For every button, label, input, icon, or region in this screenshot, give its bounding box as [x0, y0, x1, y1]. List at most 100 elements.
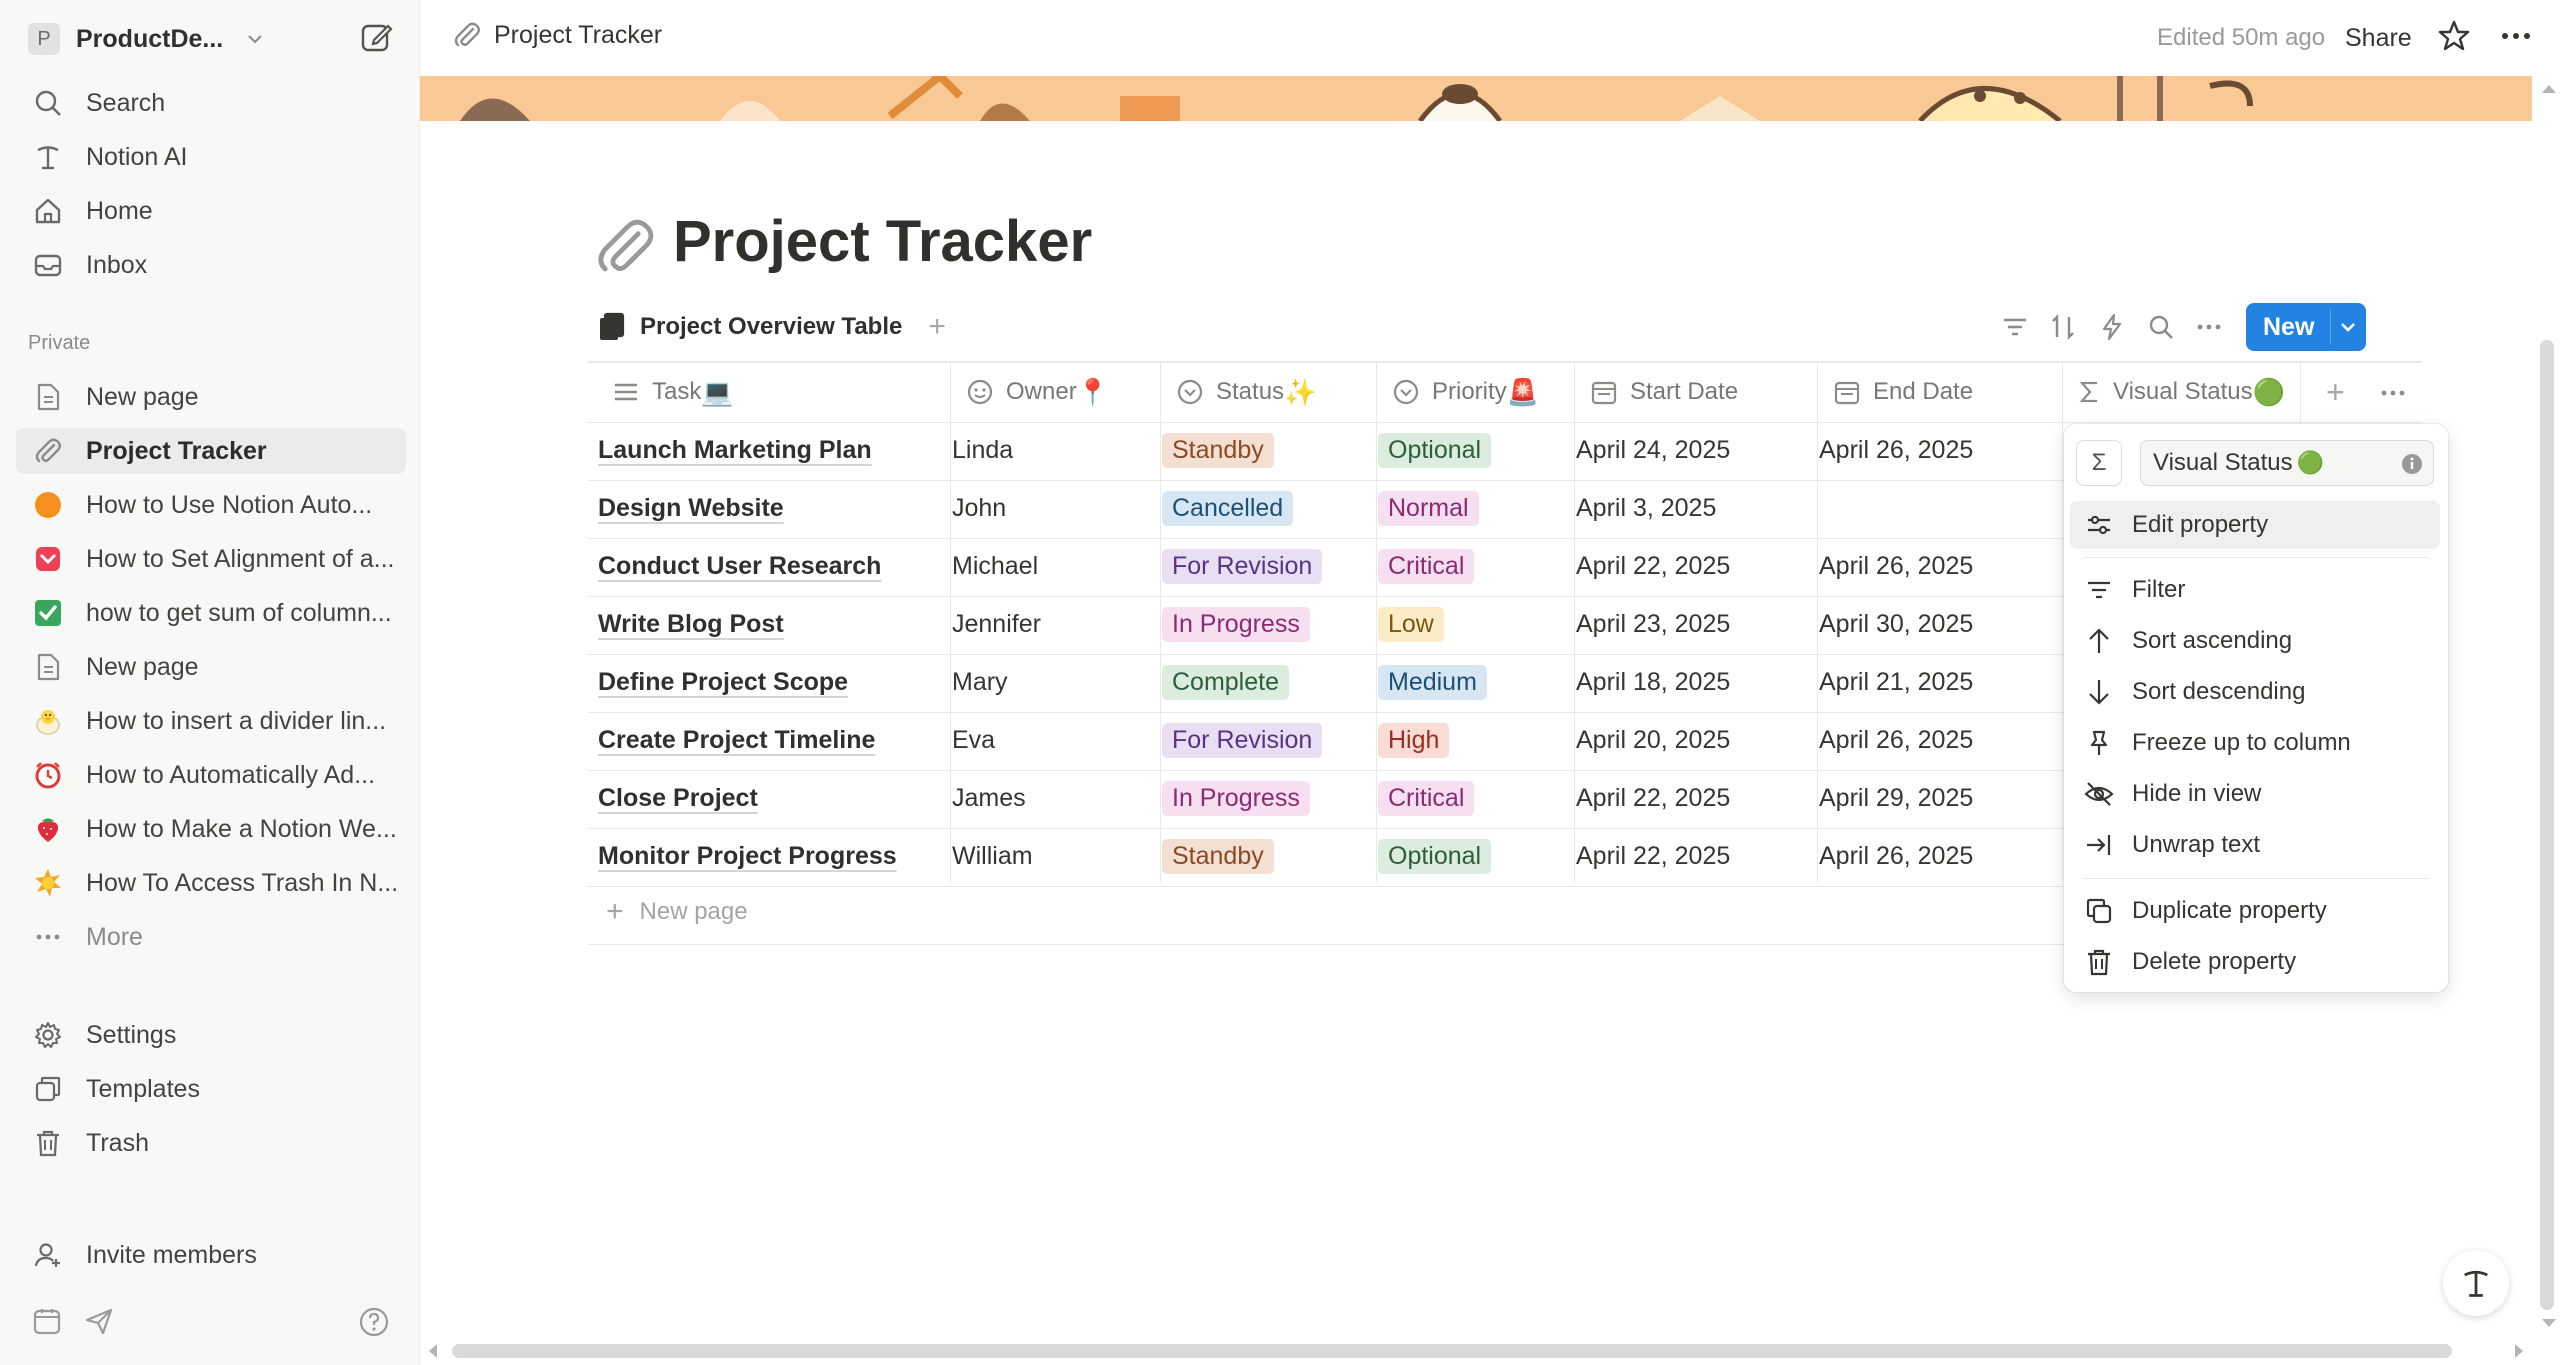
table-cell-end[interactable]: April 26, 2025	[1819, 422, 1973, 479]
table-cell-end[interactable]: April 21, 2025	[1819, 654, 1973, 711]
column-header-task[interactable]: Task 💻	[598, 362, 734, 422]
more-options-icon[interactable]	[2378, 378, 2408, 408]
table-cell-priority[interactable]: Optional	[1378, 422, 1492, 479]
table-cell-status[interactable]: Complete	[1162, 654, 1289, 711]
table-cell-owner[interactable]: Jennifer	[952, 596, 1041, 653]
column-header-priority[interactable]: Priority 🚨	[1378, 362, 1539, 422]
table-cell-priority[interactable]: Critical	[1378, 770, 1475, 827]
page-paperclip-icon[interactable]	[592, 214, 658, 280]
sigma-icon[interactable]: Σ	[2076, 440, 2122, 486]
table-cell-start[interactable]: April 22, 2025	[1576, 828, 1730, 885]
nav-inbox[interactable]: Inbox	[16, 242, 406, 288]
table-cell-start[interactable]: April 18, 2025	[1576, 654, 1730, 711]
send-icon[interactable]	[84, 1306, 114, 1336]
table-cell-task[interactable]: Create Project Timeline	[598, 712, 875, 769]
table-cell-end[interactable]: April 30, 2025	[1819, 596, 1973, 653]
table-cell-end[interactable]: April 26, 2025	[1819, 712, 1973, 769]
more-options-icon[interactable]	[2498, 18, 2534, 54]
add-view-icon[interactable]: +	[928, 310, 946, 344]
page-title[interactable]: Project Tracker	[673, 208, 1092, 275]
more-options-icon[interactable]	[2194, 312, 2224, 342]
compose-icon[interactable]	[360, 20, 394, 54]
nav-settings[interactable]: Settings	[16, 1012, 406, 1058]
table-cell-task[interactable]: Close Project	[598, 770, 758, 827]
column-header-end-date[interactable]: End Date	[1819, 362, 1973, 422]
nav-trash[interactable]: Trash	[16, 1120, 406, 1166]
menu-sort-ascending[interactable]: Sort ascending	[2070, 617, 2440, 665]
sidebar-page[interactable]: How to Set Alignment of a...	[16, 536, 406, 582]
vertical-scrollbar[interactable]	[2540, 340, 2554, 1310]
column-header-status[interactable]: Status ✨	[1162, 362, 1316, 422]
table-cell-start[interactable]: April 23, 2025	[1576, 596, 1730, 653]
new-page-row[interactable]: + New page	[606, 895, 748, 929]
table-cell-owner[interactable]: Mary	[952, 654, 1008, 711]
nav-templates[interactable]: Templates	[16, 1066, 406, 1112]
table-cell-status[interactable]: In Progress	[1162, 596, 1310, 653]
table-cell-priority[interactable]: Optional	[1378, 828, 1492, 885]
table-cell-end[interactable]: April 26, 2025	[1819, 828, 1973, 885]
property-name-input[interactable]: Visual Status 🟢	[2140, 440, 2434, 486]
info-icon[interactable]	[2401, 453, 2423, 475]
table-cell-owner[interactable]: Eva	[952, 712, 995, 769]
workspace-switcher[interactable]: P ProductDe...	[28, 20, 408, 58]
column-header-owner[interactable]: Owner 📍	[952, 362, 1109, 422]
menu-filter[interactable]: Filter	[2070, 566, 2440, 614]
table-cell-owner[interactable]: Linda	[952, 422, 1013, 479]
sidebar-page[interactable]: How to Make a Notion We...	[16, 806, 406, 852]
star-icon[interactable]	[2436, 18, 2472, 54]
sidebar-page[interactable]: New page	[16, 644, 406, 690]
table-cell-task[interactable]: Monitor Project Progress	[598, 828, 897, 885]
sidebar-page[interactable]: how to get sum of column...	[16, 590, 406, 636]
table-cell-task[interactable]: Conduct User Research	[598, 538, 881, 595]
filter-icon[interactable]	[2000, 312, 2030, 342]
table-cell-priority[interactable]: Normal	[1378, 480, 1479, 537]
invite-members[interactable]: Invite members	[16, 1232, 406, 1278]
horizontal-scrollbar[interactable]	[452, 1344, 2452, 1358]
nav-notion-ai[interactable]: Notion AI	[16, 134, 406, 180]
scroll-right-icon[interactable]	[2512, 1342, 2526, 1360]
menu-freeze-column[interactable]: Freeze up to column	[2070, 719, 2440, 767]
column-header-start-date[interactable]: Start Date	[1576, 362, 1738, 422]
add-column-button[interactable]: +	[2318, 362, 2345, 422]
chevron-down-icon[interactable]	[2336, 315, 2360, 339]
table-cell-priority[interactable]: Critical	[1378, 538, 1475, 595]
table-cell-owner[interactable]: John	[952, 480, 1006, 537]
menu-unwrap-text[interactable]: Unwrap text	[2070, 821, 2440, 869]
menu-delete-property[interactable]: Delete property	[2070, 938, 2440, 986]
sidebar-page[interactable]: How to insert a divider lin...	[16, 698, 406, 744]
sidebar-page[interactable]: New page	[16, 374, 406, 420]
menu-duplicate-property[interactable]: Duplicate property	[2070, 887, 2440, 935]
sidebar-page[interactable]: How To Access Trash In N...	[16, 860, 406, 906]
table-cell-status[interactable]: Standby	[1162, 422, 1274, 479]
cover-image[interactable]	[420, 76, 2532, 121]
sidebar-page-active[interactable]: Project Tracker	[16, 428, 406, 474]
notion-ai-button[interactable]	[2443, 1250, 2509, 1316]
table-cell-task[interactable]: Launch Marketing Plan	[598, 422, 872, 479]
table-cell-priority[interactable]: Low	[1378, 596, 1444, 653]
menu-edit-property[interactable]: Edit property	[2070, 501, 2440, 549]
sidebar-page[interactable]: How to Automatically Ad...	[16, 752, 406, 798]
table-cell-status[interactable]: For Revision	[1162, 538, 1323, 595]
table-cell-task[interactable]: Define Project Scope	[598, 654, 848, 711]
table-cell-owner[interactable]: William	[952, 828, 1033, 885]
table-cell-status[interactable]: Standby	[1162, 828, 1274, 885]
table-cell-end[interactable]: April 29, 2025	[1819, 770, 1973, 827]
scroll-up-icon[interactable]	[2540, 82, 2558, 96]
sort-icon[interactable]	[2048, 312, 2078, 342]
table-cell-start[interactable]: April 22, 2025	[1576, 770, 1730, 827]
table-cell-start[interactable]: April 24, 2025	[1576, 422, 1730, 479]
nav-search[interactable]: Search	[16, 80, 406, 126]
table-cell-status[interactable]: Cancelled	[1162, 480, 1294, 537]
table-cell-priority[interactable]: High	[1378, 712, 1450, 769]
table-cell-owner[interactable]: James	[952, 770, 1026, 827]
calendar-icon[interactable]	[32, 1306, 62, 1336]
table-cell-owner[interactable]: Michael	[952, 538, 1038, 595]
table-cell-task[interactable]: Write Blog Post	[598, 596, 784, 653]
table-cell-priority[interactable]: Medium	[1378, 654, 1487, 711]
menu-sort-descending[interactable]: Sort descending	[2070, 668, 2440, 716]
menu-hide-in-view[interactable]: Hide in view	[2070, 770, 2440, 818]
column-header-visual-status[interactable]: Visual Status 🟢	[2063, 362, 2285, 422]
table-cell-task[interactable]: Design Website	[598, 480, 784, 537]
table-cell-status[interactable]: For Revision	[1162, 712, 1323, 769]
help-icon[interactable]	[358, 1306, 390, 1338]
